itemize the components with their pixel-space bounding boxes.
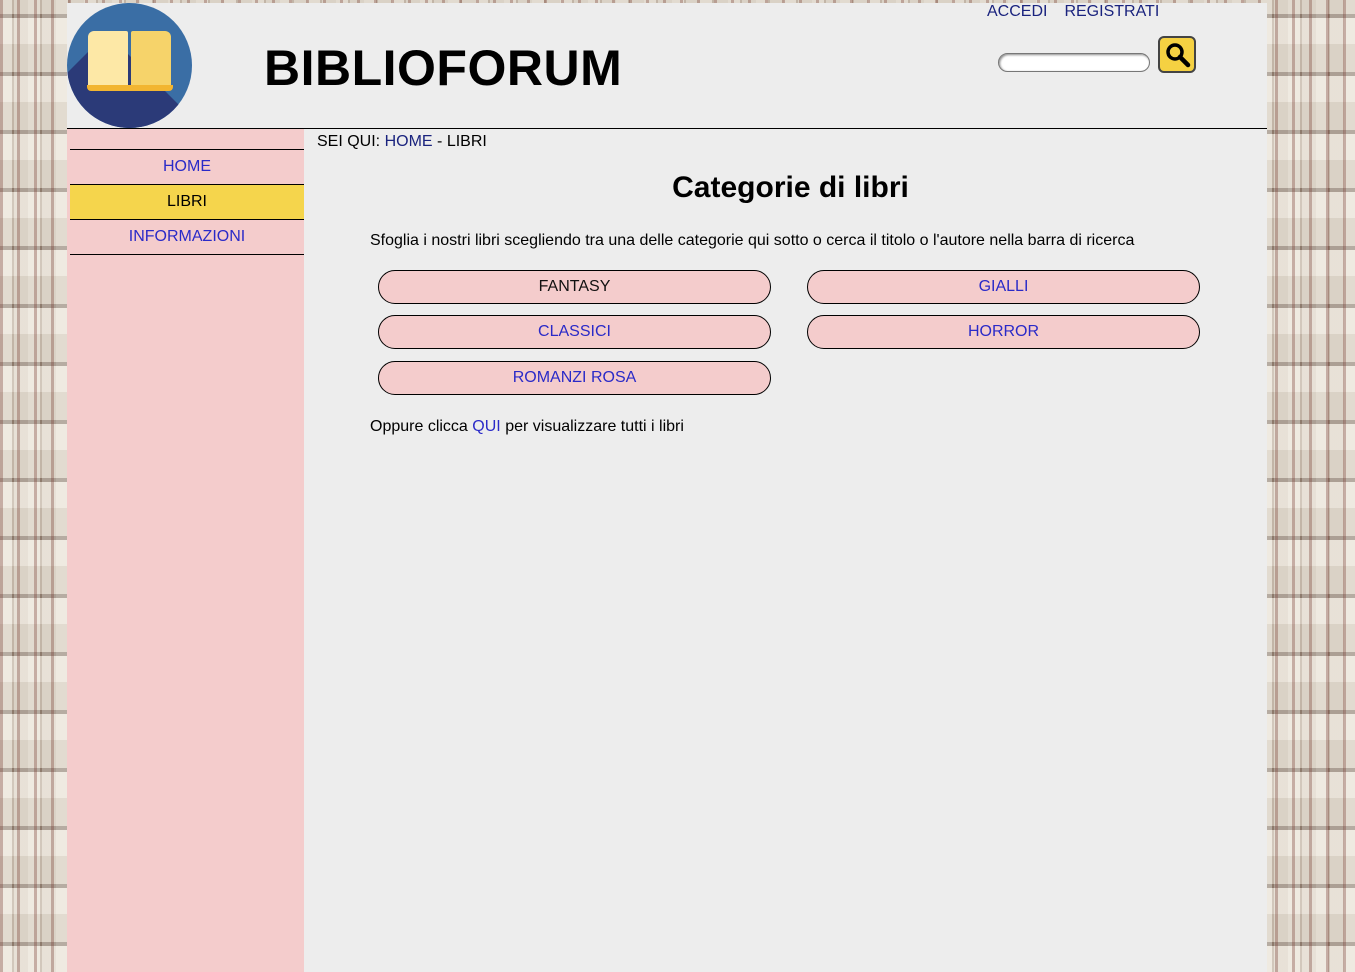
breadcrumb: SEI QUI: HOME - LIBRI xyxy=(317,133,487,151)
all-books-prefix: Oppure clicca xyxy=(370,418,468,435)
open-book-icon[interactable] xyxy=(67,3,192,128)
sidebar-item-home[interactable]: HOME xyxy=(70,149,304,184)
breadcrumb-home-link[interactable]: HOME xyxy=(385,133,433,150)
search-input[interactable] xyxy=(998,53,1150,72)
site-header: BIBLIOFORUM ACCEDI REGISTRATI xyxy=(67,3,1267,129)
sidebar-item-label[interactable]: INFORMAZIONI xyxy=(129,228,245,245)
site-title: BIBLIOFORUM xyxy=(264,40,623,96)
breadcrumb-separator: - xyxy=(437,133,443,150)
category-button-gialli[interactable]: GIALLI xyxy=(807,270,1200,304)
page-title: Categorie di libri xyxy=(672,171,909,204)
all-books-link[interactable]: QUI xyxy=(472,418,500,435)
sidebar-nav: HOME LIBRI INFORMAZIONI xyxy=(67,129,304,972)
search-button[interactable] xyxy=(1158,36,1196,73)
breadcrumb-prefix: SEI QUI: xyxy=(317,133,381,150)
all-books-text: Oppure clicca QUI per visualizzare tutti… xyxy=(370,418,684,436)
category-button-horror[interactable]: HORROR xyxy=(807,315,1200,349)
category-button-fantasy[interactable]: FANTASY xyxy=(378,270,771,304)
sidebar-item-informazioni[interactable]: INFORMAZIONI xyxy=(70,219,304,255)
account-links: ACCEDI REGISTRATI xyxy=(987,3,1176,21)
category-button-romanzi-rosa[interactable]: ROMANZI ROSA xyxy=(378,361,771,395)
sidebar-item-label: LIBRI xyxy=(166,193,207,210)
sidebar-item-libri[interactable]: LIBRI xyxy=(70,184,304,219)
magnifier-icon xyxy=(1166,43,1191,68)
intro-text: Sfoglia i nostri libri scegliendo tra un… xyxy=(370,232,1135,249)
category-button-classici[interactable]: CLASSICI xyxy=(378,315,771,349)
breadcrumb-current: LIBRI xyxy=(446,133,487,150)
all-books-suffix: per visualizzare tutti i libri xyxy=(505,418,684,435)
login-link[interactable]: ACCEDI xyxy=(987,3,1047,20)
sidebar-item-label[interactable]: HOME xyxy=(163,158,211,175)
register-link[interactable]: REGISTRATI xyxy=(1064,3,1159,20)
page-container: BIBLIOFORUM ACCEDI REGISTRATI HOME LIBRI … xyxy=(67,3,1267,972)
